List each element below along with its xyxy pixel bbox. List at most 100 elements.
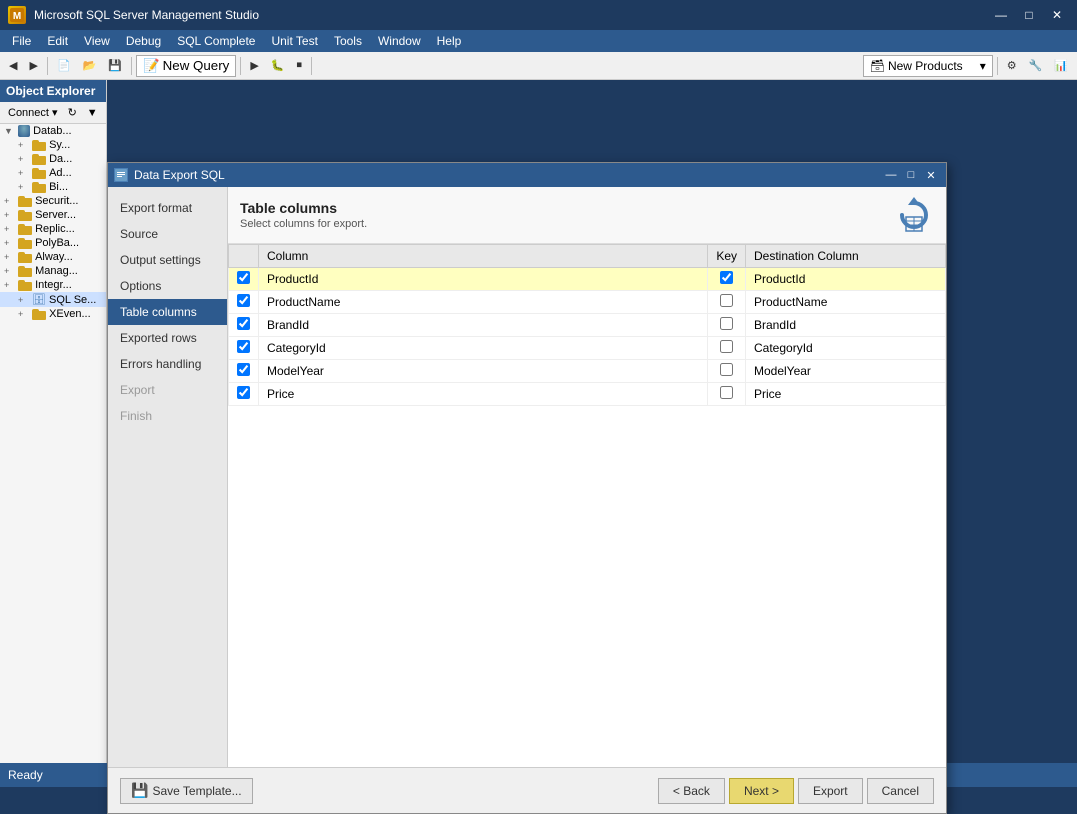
toolbar-debug[interactable]: 🐛 (266, 55, 290, 77)
row-check-categoryid[interactable] (237, 340, 250, 353)
menu-view[interactable]: View (76, 30, 118, 52)
row-key-productname[interactable] (720, 294, 733, 307)
folder-icon (32, 140, 46, 151)
export-button[interactable]: Export (798, 778, 863, 804)
main-layout: Object Explorer Connect ▾ ↻ ▼ ▼ Datab...… (0, 80, 1077, 763)
toolbar-btn-3[interactable]: 📊 (1049, 55, 1073, 77)
toolbar-btn-2[interactable]: 🔧 (1024, 55, 1048, 77)
oe-item-server[interactable]: + Server... (0, 208, 106, 222)
db-dropdown-arrow: ▾ (980, 59, 986, 73)
row-check-productname[interactable] (237, 294, 250, 307)
toolbar-new[interactable]: 📄 (52, 55, 76, 77)
nav-source[interactable]: Source (108, 221, 227, 247)
cancel-button[interactable]: Cancel (867, 778, 934, 804)
oe-item-always[interactable]: + Alway... (0, 250, 106, 264)
dialog-title-bar: Data Export SQL — □ ✕ (108, 163, 946, 187)
save-template-button[interactable]: 💾 Save Template... (120, 778, 253, 804)
new-query-button[interactable]: 📝 New Query (136, 55, 236, 77)
footer-left: 💾 Save Template... (120, 778, 253, 804)
expand-icon: + (4, 280, 18, 290)
oe-polyba-label: PolyBa... (35, 237, 79, 249)
toolbar-forward[interactable]: ▶ (24, 55, 42, 77)
row-key-price[interactable] (720, 386, 733, 399)
minimize-button[interactable]: — (989, 5, 1013, 25)
back-button[interactable]: < Back (658, 778, 725, 804)
nav-errors-handling[interactable]: Errors handling (108, 351, 227, 377)
col-header-check (229, 245, 259, 268)
oe-item-sys[interactable]: + Sy... (0, 138, 106, 152)
oe-filter-btn[interactable]: ▼ (83, 105, 102, 121)
menu-window[interactable]: Window (370, 30, 429, 52)
row-check-brandid[interactable] (237, 317, 250, 330)
columns-data-table: Column Key Destination Column ProductId (228, 244, 946, 406)
oe-connect-btn[interactable]: Connect ▾ (4, 104, 62, 121)
menu-unit-test[interactable]: Unit Test (263, 30, 325, 52)
toolbar-cancel[interactable]: ⏹ (292, 55, 308, 77)
menu-edit[interactable]: Edit (39, 30, 76, 52)
dialog-body: Export format Source Output settings Opt… (108, 187, 946, 767)
folder-icon (18, 266, 32, 277)
toolbar-back[interactable]: ◀ (4, 55, 22, 77)
oe-replic-label: Replic... (35, 223, 75, 235)
row-check-modelyear[interactable] (237, 363, 250, 376)
oe-item-xeven[interactable]: + XEven... (0, 307, 106, 321)
expand-icon: + (18, 140, 32, 150)
folder-icon (18, 210, 32, 221)
menu-sql-complete[interactable]: SQL Complete (169, 30, 263, 52)
toolbar-open[interactable]: 📂 (78, 55, 102, 77)
oe-item-sqlse[interactable]: + 🗄 SQL Se... (0, 292, 106, 307)
oe-item-bi[interactable]: + Bi... (0, 180, 106, 194)
oe-item-databases[interactable]: ▼ Datab... (0, 124, 106, 138)
folder-icon (32, 182, 46, 193)
row-column-modelyear: ModelYear (259, 360, 708, 383)
nav-options[interactable]: Options (108, 273, 227, 299)
menu-tools[interactable]: Tools (326, 30, 370, 52)
col-header-key: Key (708, 245, 746, 268)
dialog-minimize-btn[interactable]: — (882, 166, 900, 184)
toolbar: ◀ ▶ 📄 📂 💾 📝 New Query ▶ 🐛 ⏹ 🗃 New Produc… (0, 52, 1077, 80)
menu-help[interactable]: Help (429, 30, 470, 52)
oe-item-da[interactable]: + Da... (0, 152, 106, 166)
close-button[interactable]: ✕ (1045, 5, 1069, 25)
menu-file[interactable]: File (4, 30, 39, 52)
row-dest-productid: ProductId (746, 268, 946, 291)
dialog-footer: 💾 Save Template... < Back Next > Export … (108, 767, 946, 813)
oe-item-integr[interactable]: + Integr... (0, 278, 106, 292)
oe-refresh-btn[interactable]: ↻ (64, 104, 81, 121)
nav-output-settings[interactable]: Output settings (108, 247, 227, 273)
oe-item-replic[interactable]: + Replic... (0, 222, 106, 236)
row-key-modelyear[interactable] (720, 363, 733, 376)
db-dropdown[interactable]: 🗃 New Products ▾ (863, 55, 993, 77)
toolbar-execute[interactable]: ▶ (245, 55, 263, 77)
table-row: BrandId BrandId (229, 314, 946, 337)
row-check-productid[interactable] (237, 271, 250, 284)
next-button[interactable]: Next > (729, 778, 794, 804)
content-header-left: Table columns Select columns for export. (240, 200, 367, 230)
oe-header: Object Explorer (0, 80, 106, 102)
app-logo: M (8, 6, 26, 24)
nav-exported-rows[interactable]: Exported rows (108, 325, 227, 351)
oe-item-polyba[interactable]: + PolyBa... (0, 236, 106, 250)
expand-icon: + (4, 238, 18, 248)
nav-table-columns[interactable]: Table columns (108, 299, 227, 325)
folder-icon (18, 280, 32, 291)
dialog-close-btn[interactable]: ✕ (922, 166, 940, 184)
row-key-brandid[interactable] (720, 317, 733, 330)
oe-item-manage[interactable]: + Manag... (0, 264, 106, 278)
row-key-categoryid[interactable] (720, 340, 733, 353)
toolbar-save[interactable]: 💾 (103, 55, 127, 77)
row-key-productid[interactable] (720, 271, 733, 284)
oe-item-ad[interactable]: + Ad... (0, 166, 106, 180)
header-icon (894, 195, 934, 235)
oe-item-security[interactable]: + Securit... (0, 194, 106, 208)
dialog-maximize-btn[interactable]: □ (902, 166, 920, 184)
row-check-price[interactable] (237, 386, 250, 399)
maximize-button[interactable]: □ (1017, 5, 1041, 25)
nav-export-format[interactable]: Export format (108, 195, 227, 221)
nav-finish: Finish (108, 403, 227, 429)
oe-toolbar: Connect ▾ ↻ ▼ (0, 102, 106, 124)
menu-debug[interactable]: Debug (118, 30, 169, 52)
row-dest-modelyear: ModelYear (746, 360, 946, 383)
toolbar-btn-1[interactable]: ⚙ (1002, 55, 1022, 77)
save-template-icon: 💾 (131, 782, 148, 799)
